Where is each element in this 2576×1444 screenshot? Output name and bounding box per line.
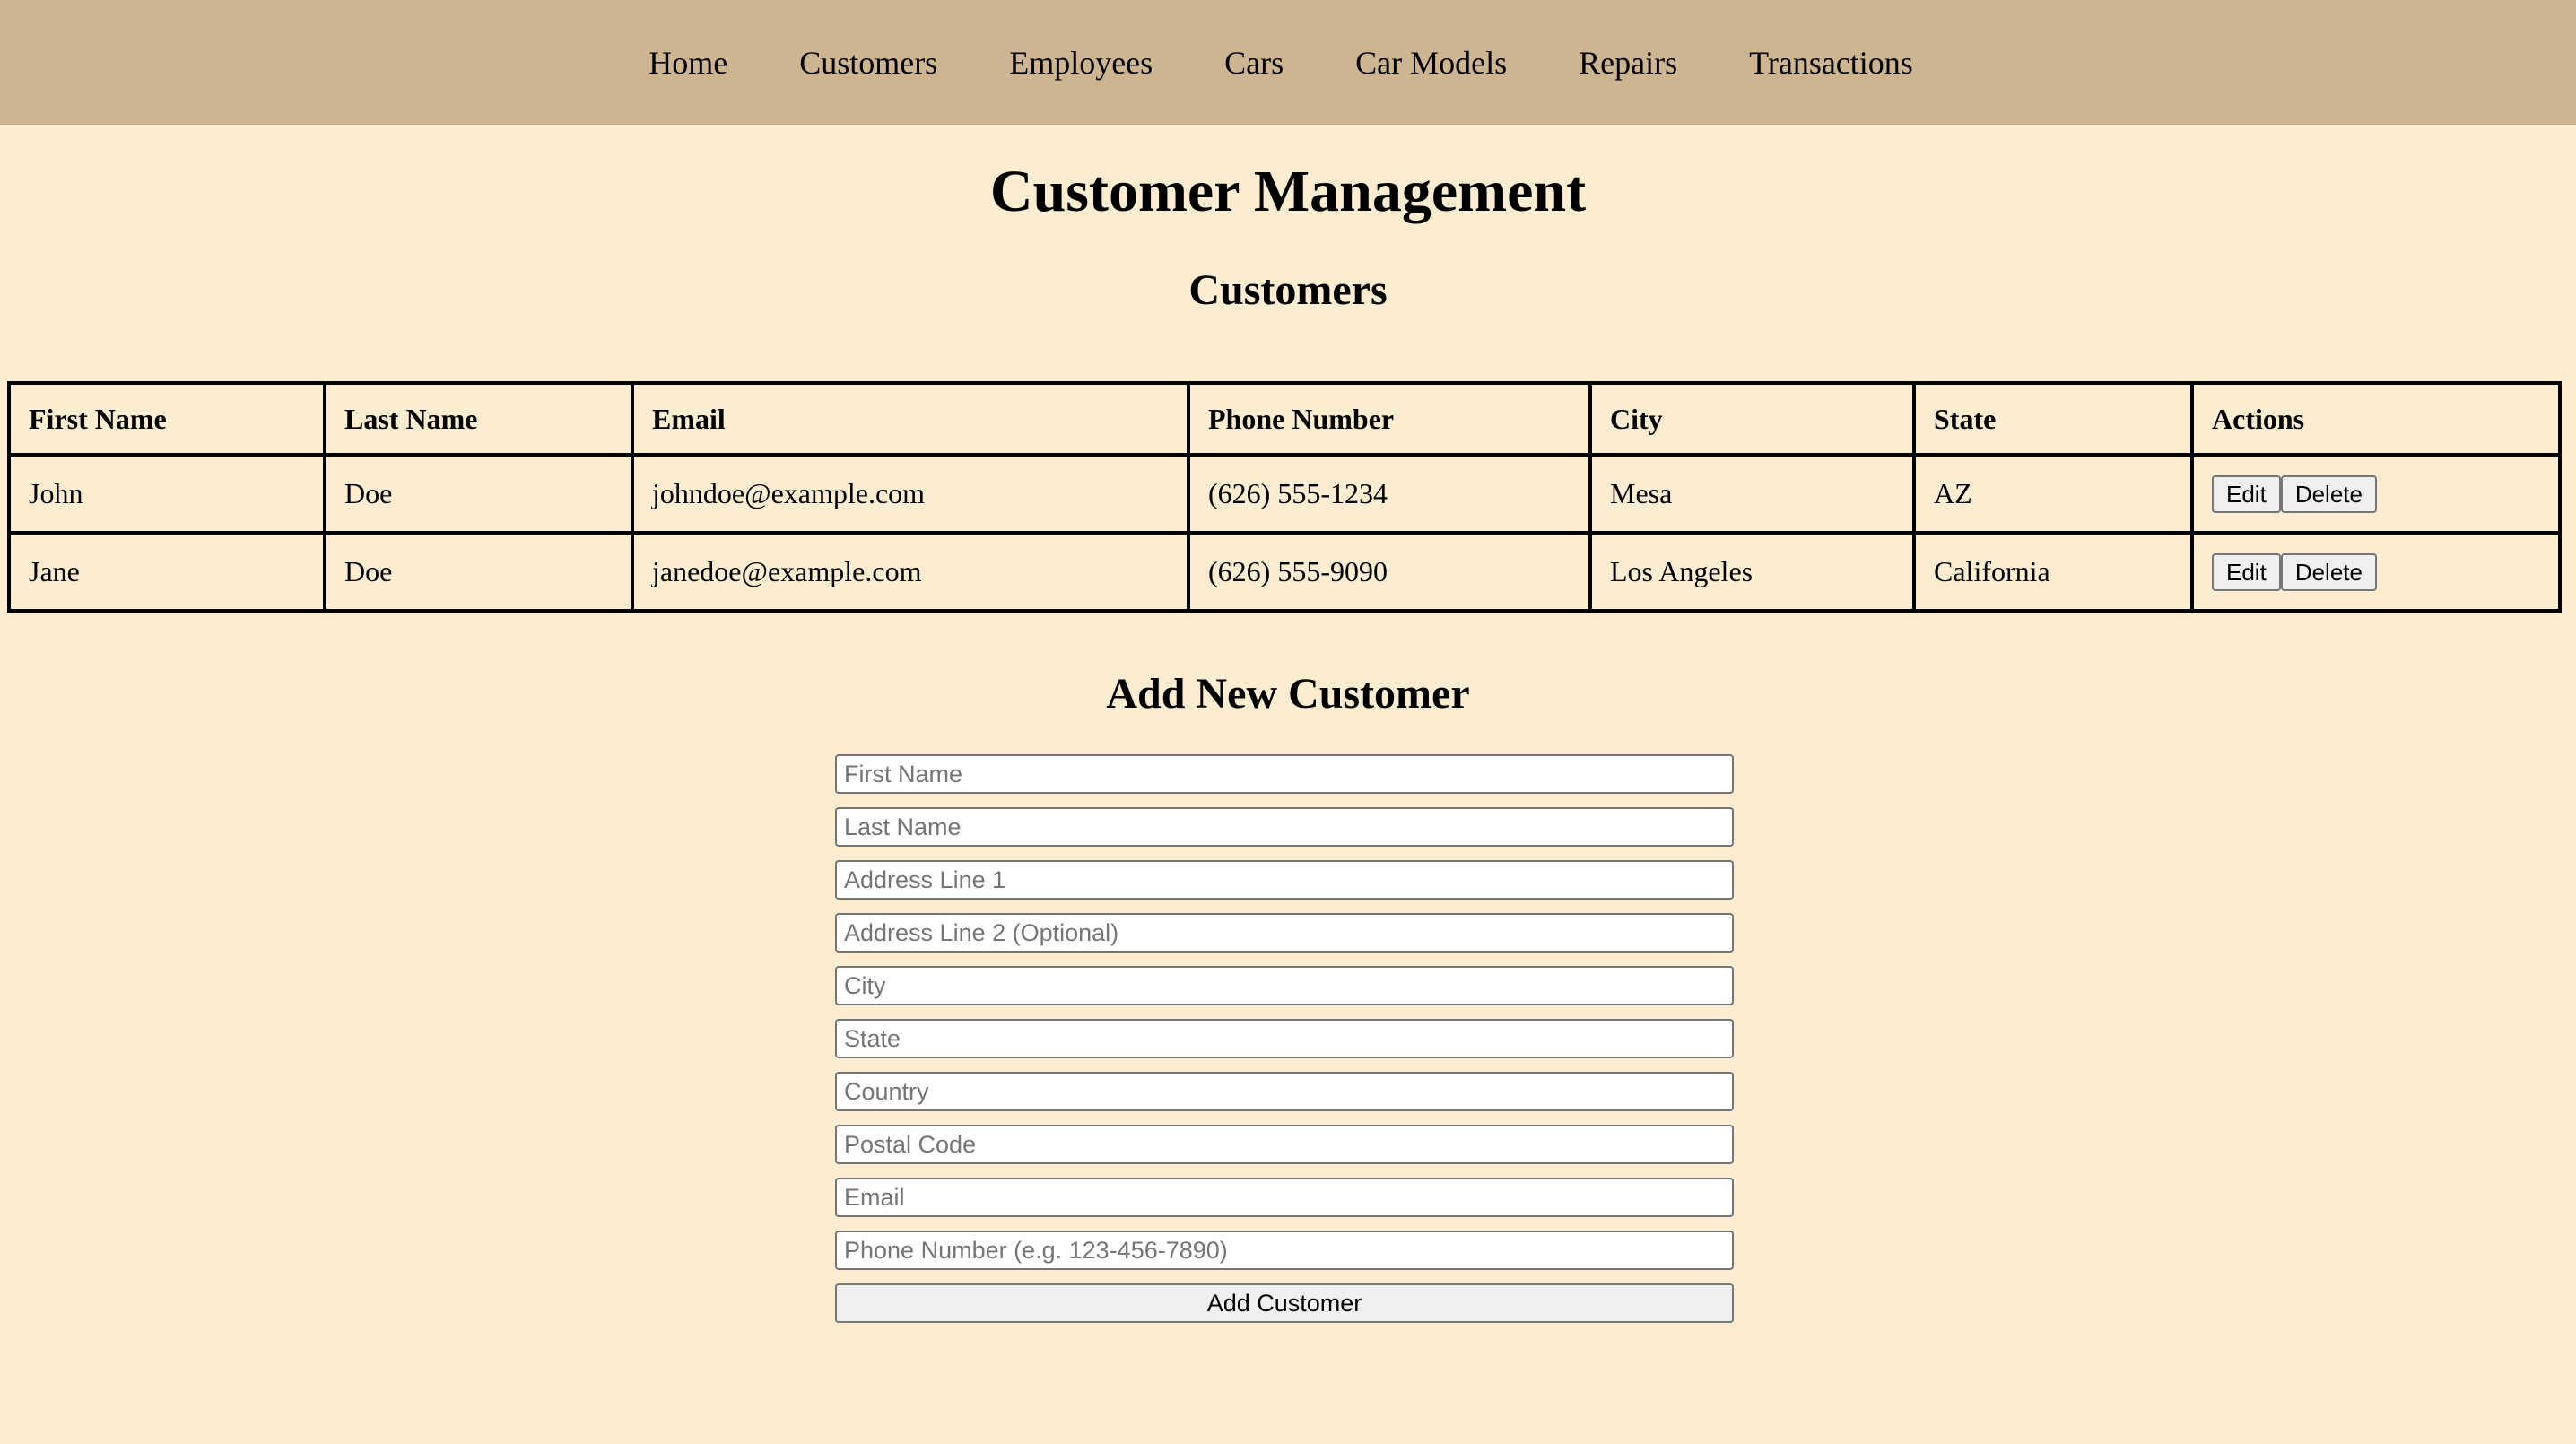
cell-state: California	[1912, 531, 2194, 613]
cell-last-name: Doe	[323, 531, 634, 613]
column-header-state: State	[1912, 381, 2194, 457]
nav-employees[interactable]: Employees	[1009, 44, 1153, 82]
table-row: John Doe johndoe@example.com (626) 555-1…	[7, 453, 2562, 535]
first-name-input[interactable]	[835, 754, 1734, 794]
cell-first-name: John	[7, 453, 326, 535]
state-input[interactable]	[835, 1019, 1734, 1058]
add-customer-button[interactable]: Add Customer	[835, 1283, 1734, 1323]
page-title: Customer Management	[989, 159, 1587, 224]
delete-button[interactable]: Delete	[2280, 552, 2377, 591]
table-row: Jane Doe janedoe@example.com (626) 555-9…	[7, 531, 2562, 613]
column-header-actions: Actions	[2190, 381, 2562, 457]
cell-phone-number: (626) 555-9090	[1187, 531, 1592, 613]
cell-email: johndoe@example.com	[631, 453, 1190, 535]
column-header-first-name: First Name	[7, 381, 326, 457]
column-header-phone-number: Phone Number	[1187, 381, 1592, 457]
customers-table: First Name Last Name Email Phone Number …	[7, 381, 2562, 613]
nav-links: Home Customers Employees Cars Car Models…	[648, 44, 1913, 82]
nav-transactions[interactable]: Transactions	[1749, 44, 1913, 82]
cell-email: janedoe@example.com	[631, 531, 1190, 613]
table-header-row: First Name Last Name Email Phone Number …	[7, 381, 2562, 457]
last-name-input[interactable]	[835, 807, 1734, 847]
cell-state: AZ	[1912, 453, 2194, 535]
customers-section-title: Customers	[1188, 266, 1388, 314]
nav-repairs[interactable]: Repairs	[1579, 44, 1677, 82]
email-input[interactable]	[835, 1178, 1734, 1217]
address-line-2-input[interactable]	[835, 913, 1734, 953]
phone-number-input[interactable]	[835, 1231, 1734, 1270]
column-header-last-name: Last Name	[323, 381, 634, 457]
add-customer-title: Add New Customer	[1106, 670, 1470, 718]
delete-button[interactable]: Delete	[2280, 474, 2377, 513]
address-line-1-input[interactable]	[835, 860, 1734, 900]
top-navbar: Home Customers Employees Cars Car Models…	[0, 0, 2576, 125]
cell-actions: Edit Delete	[2190, 453, 2562, 535]
nav-home[interactable]: Home	[648, 44, 727, 82]
city-input[interactable]	[835, 966, 1734, 1005]
cell-city: Mesa	[1588, 453, 1916, 535]
nav-car-models[interactable]: Car Models	[1355, 44, 1507, 82]
nav-customers[interactable]: Customers	[799, 44, 937, 82]
cell-phone-number: (626) 555-1234	[1187, 453, 1592, 535]
country-input[interactable]	[835, 1072, 1734, 1111]
nav-cars[interactable]: Cars	[1224, 44, 1284, 82]
column-header-city: City	[1588, 381, 1916, 457]
add-customer-form: Add Customer	[835, 754, 1734, 1323]
edit-button[interactable]: Edit	[2212, 474, 2281, 513]
edit-button[interactable]: Edit	[2212, 552, 2281, 591]
cell-actions: Edit Delete	[2190, 531, 2562, 613]
cell-last-name: Doe	[323, 453, 634, 535]
postal-code-input[interactable]	[835, 1125, 1734, 1164]
column-header-email: Email	[631, 381, 1190, 457]
cell-city: Los Angeles	[1588, 531, 1916, 613]
cell-first-name: Jane	[7, 531, 326, 613]
